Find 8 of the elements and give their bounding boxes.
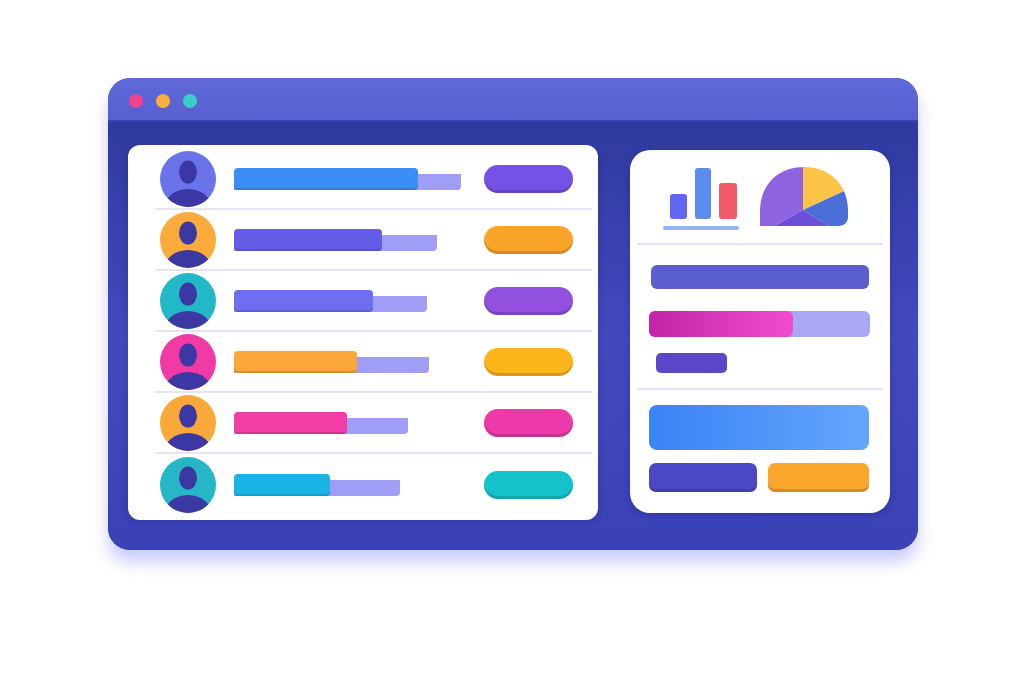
window-control-icon[interactable] (129, 94, 143, 108)
action-button[interactable] (768, 463, 869, 492)
window-control-icon[interactable] (156, 94, 170, 108)
bar-chart-icon (663, 166, 739, 230)
action-button[interactable] (649, 463, 757, 492)
window-control-icon[interactable] (183, 94, 197, 108)
pie-chart-icon (760, 167, 848, 226)
primary-button[interactable] (649, 405, 869, 450)
